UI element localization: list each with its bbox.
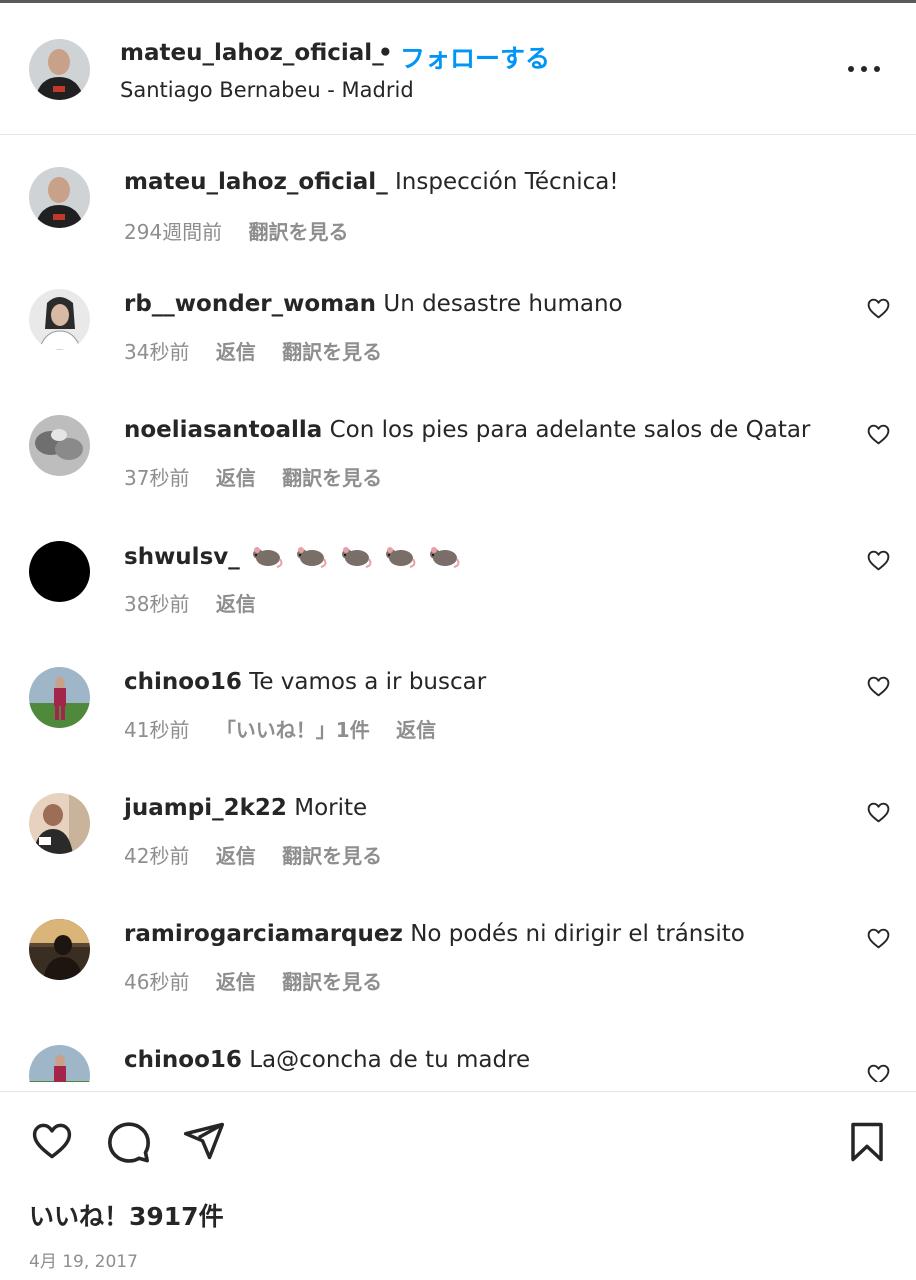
reply-button[interactable]: 返信 [216,462,256,491]
like-comment-heart-icon[interactable] [866,422,891,447]
comments-list[interactable]: mateu_lahoz_oficial_ Inspección Técnica!… [0,136,916,1082]
caption-text: Inspección Técnica! [395,169,619,195]
like-heart-icon[interactable] [29,1119,75,1163]
translate-button[interactable]: 翻訳を見る [282,336,382,365]
commenter-avatar[interactable] [29,793,90,854]
comment-item: juampi_2k22 Morite 42秒前 返信 翻訳を見る [0,762,916,882]
comment-meta: 41秒前 「いいね！」1件 返信 [124,714,456,743]
rat-emoji-icon [341,547,372,568]
caption-avatar[interactable] [29,167,90,228]
comment-username[interactable]: ramirogarciamarquez [124,921,403,947]
commenter-avatar[interactable] [29,1045,90,1082]
comment-item: chinoo16 Te vamos a ir buscar 41秒前 「いいね！… [0,636,916,756]
comment-text-line: chinoo16 Te vamos a ir buscar [124,669,844,695]
comment-username[interactable]: chinoo16 [124,1047,242,1073]
comment-text [251,544,465,570]
translate-button[interactable]: 翻訳を見る [282,462,382,491]
like-comment-heart-icon[interactable] [866,296,891,321]
comment-item: chinoo16 La@concha de tu madre [0,1014,916,1082]
author-username[interactable]: mateu_lahoz_oficial_ [120,40,384,66]
share-send-icon[interactable] [182,1119,226,1163]
comment-username[interactable]: noeliasantoalla [124,417,322,443]
caption-time[interactable]: 294週間前 [124,216,222,245]
comment-time[interactable]: 37秒前 [124,462,189,491]
comment-username[interactable]: rb__wonder_woman [124,291,376,317]
comment-text: Con los pies para adelante salos de Qata… [329,417,811,443]
comment-item: rb__wonder_woman Un desastre humano 34秒前… [0,258,916,378]
separator-dot: • [378,40,393,66]
post-location[interactable]: Santiago Bernabeu - Madrid [120,78,414,102]
comment-text: Morite [294,795,368,821]
comment-item: noeliasantoalla Con los pies para adelan… [0,384,916,504]
reply-button[interactable]: 返信 [216,336,256,365]
reply-button[interactable]: 返信 [216,840,256,869]
translate-button[interactable]: 翻訳を見る [282,840,382,869]
comment-text: Te vamos a ir buscar [249,669,487,695]
rat-emoji-icon [297,547,327,568]
comment-likes-count[interactable]: 「いいね！」1件 [216,714,370,743]
caption-username[interactable]: mateu_lahoz_oficial_ [124,169,388,195]
reply-button[interactable]: 返信 [396,714,436,743]
like-comment-heart-icon[interactable] [866,1062,891,1082]
likes-count[interactable]: いいね！3917件 [29,1197,224,1233]
post-date[interactable]: 4月 19, 2017 [29,1247,138,1272]
bookmark-save-icon[interactable] [848,1121,886,1163]
comment-time[interactable]: 42秒前 [124,840,189,869]
post-caption: mateu_lahoz_oficial_ Inspección Técnica!… [0,136,916,256]
comment-meta: 42秒前 返信 翻訳を見る [124,840,402,869]
comment-text-line: chinoo16 La@concha de tu madre [124,1047,844,1073]
comment-text: No podés ni dirigir el tránsito [410,921,745,947]
comment-text: Un desastre humano [383,291,623,317]
comment-text-line: shwulsv_ [124,543,844,570]
rat-emoji-icon [430,547,460,568]
post-actions-bar: いいね！3917件 4月 19, 2017 [0,1091,916,1280]
translate-button[interactable]: 翻訳を見る [282,966,382,995]
commenter-avatar[interactable] [29,919,90,980]
comment-text: La@concha de tu madre [249,1047,531,1073]
comment-time[interactable]: 46秒前 [124,966,189,995]
like-comment-heart-icon[interactable] [866,548,891,573]
comment-item: shwulsv_ 38秒前 返信 [0,510,916,630]
comment-text-line: juampi_2k22 Morite [124,795,844,821]
comment-bubble-icon[interactable] [106,1119,152,1165]
commenter-avatar[interactable] [29,541,90,602]
like-comment-heart-icon[interactable] [866,674,891,699]
comment-text-line: noeliasantoalla Con los pies para adelan… [124,417,844,443]
comment-text-line: ramirogarciamarquez No podés ni dirigir … [124,921,844,947]
comment-username[interactable]: shwulsv_ [124,544,240,570]
commenter-avatar[interactable] [29,289,90,350]
like-comment-heart-icon[interactable] [866,800,891,825]
rat-emoji-icon [386,547,416,568]
comment-item: ramirogarciamarquez No podés ni dirigir … [0,888,916,1008]
like-comment-heart-icon[interactable] [866,926,891,951]
comment-meta: 37秒前 返信 翻訳を見る [124,462,402,491]
comment-text-line: rb__wonder_woman Un desastre humano [124,291,844,317]
comment-meta: 34秒前 返信 翻訳を見る [124,336,402,365]
comment-time[interactable]: 41秒前 [124,714,189,743]
reply-button[interactable]: 返信 [216,588,256,617]
rat-emoji-icon [253,547,283,568]
comment-meta: 46秒前 返信 翻訳を見る [124,966,402,995]
caption-text-line: mateu_lahoz_oficial_ Inspección Técnica! [124,169,844,195]
caption-meta: 294週間前 翻訳を見る [124,216,369,245]
comment-time[interactable]: 34秒前 [124,336,189,365]
commenter-avatar[interactable] [29,415,90,476]
caption-translate-button[interactable]: 翻訳を見る [249,216,349,245]
commenter-avatar[interactable] [29,667,90,728]
reply-button[interactable]: 返信 [216,966,256,995]
post-header: mateu_lahoz_oficial_ • フォローする Santiago B… [0,3,916,135]
author-avatar[interactable] [29,39,90,100]
comment-username[interactable]: juampi_2k22 [124,795,287,821]
comment-username[interactable]: chinoo16 [124,669,242,695]
follow-button[interactable]: フォローする [400,39,550,75]
comment-meta: 38秒前 返信 [124,588,276,617]
comment-time[interactable]: 38秒前 [124,588,189,617]
more-options-icon[interactable] [846,64,882,74]
